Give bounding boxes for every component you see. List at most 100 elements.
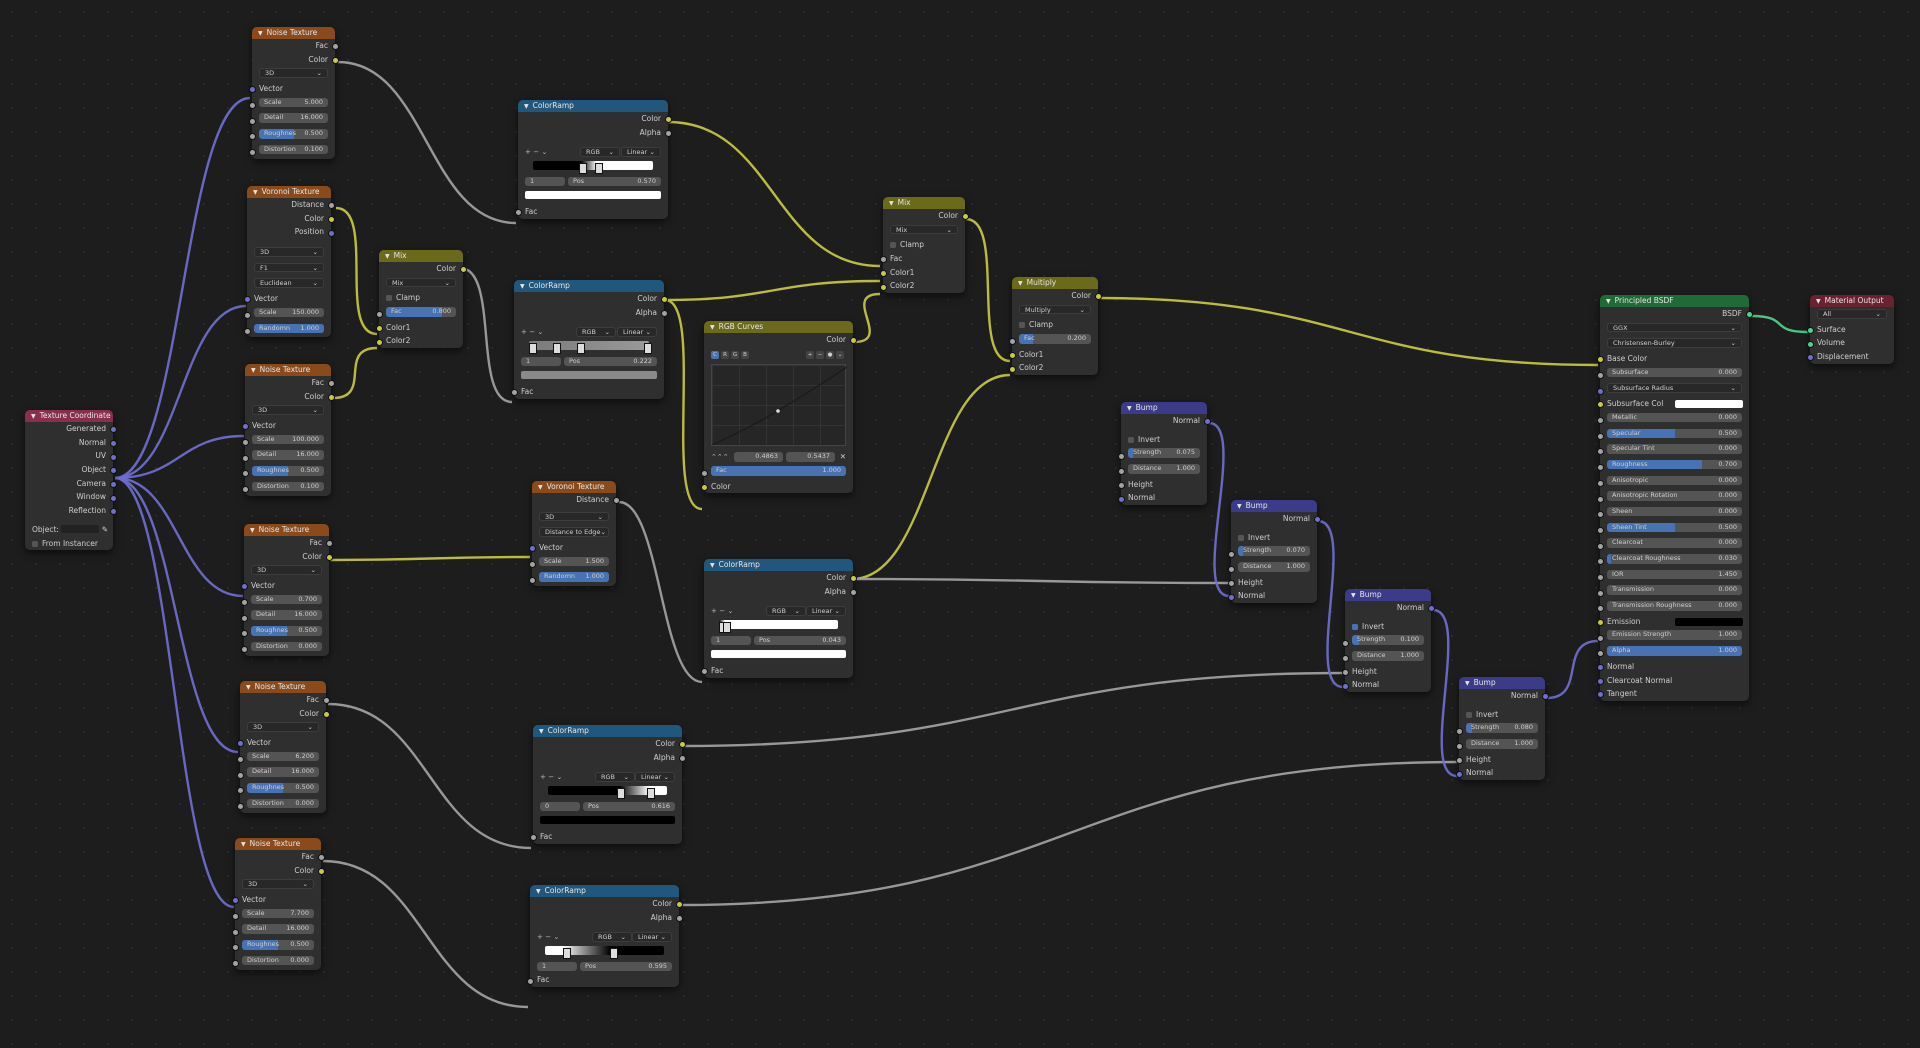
socket-icon[interactable] [248, 117, 256, 125]
socket-icon[interactable] [1596, 479, 1604, 487]
randomness-slider[interactable]: Randomn 1.000 [254, 323, 324, 333]
bsdf-param-slider[interactable]: Anisotropic 0.000 [1607, 475, 1742, 486]
socket-icon[interactable] [327, 229, 335, 237]
stop-color-swatch[interactable] [525, 191, 661, 200]
scale-field[interactable]: Scale 6.200 [247, 751, 319, 762]
dimensions-select[interactable]: 3D ⌄ [251, 565, 322, 575]
node-header[interactable]: ▼ Material Output [1810, 295, 1894, 307]
socket-icon[interactable] [1596, 356, 1604, 364]
curve-point-y-field[interactable]: 0.5437 [786, 452, 835, 462]
zoom-in-icon[interactable]: + [806, 350, 814, 359]
ramp-stop-handle[interactable] [529, 343, 537, 355]
socket-icon[interactable] [1806, 354, 1814, 362]
node-header[interactable]: ▼ Voronoi Texture [247, 186, 331, 198]
color-ramp-gradient[interactable] [548, 786, 667, 800]
collapse-icon[interactable]: ▼ [246, 684, 251, 691]
collapse-icon[interactable]: ▼ [250, 527, 255, 534]
collapse-icon[interactable]: ▼ [258, 30, 263, 37]
socket-icon[interactable] [375, 325, 383, 333]
colorramp-node[interactable]: ▼ ColorRamp Color Alpha + − ⌄ RGB ⌄ Linear ⌄ … [526, 885, 683, 988]
collapse-icon[interactable]: ▼ [889, 200, 894, 207]
socket-icon[interactable] [1596, 432, 1604, 440]
ramp-stop-handle[interactable] [595, 163, 604, 175]
socket-icon[interactable] [660, 309, 668, 317]
socket-icon[interactable] [1117, 452, 1125, 460]
socket-icon[interactable] [1596, 589, 1604, 597]
dimensions-select[interactable]: 3D ⌄ [252, 405, 324, 415]
stop-index-field[interactable]: 1 [525, 176, 565, 187]
node-header[interactable]: ▼ Mix [379, 250, 463, 262]
from-instancer-checkbox[interactable] [32, 540, 38, 547]
socket-icon[interactable] [240, 599, 248, 607]
distortion-field[interactable]: Distortion 0.100 [259, 144, 328, 155]
color-mode-select[interactable]: RGB ⌄ [595, 772, 635, 782]
node-header[interactable]: ▼ Bump [1231, 500, 1317, 512]
collapse-icon[interactable]: ▼ [1018, 280, 1023, 287]
collapse-icon[interactable]: ▼ [1237, 503, 1242, 510]
ramp-stop-handle[interactable] [646, 788, 655, 800]
feature-select[interactable]: Distance to Edge ⌄ [539, 527, 609, 537]
socket-icon[interactable] [879, 283, 887, 291]
bsdf-param-slider[interactable]: Transmission Roughness 0.000 [1607, 601, 1742, 611]
collapse-icon[interactable]: ▼ [1816, 298, 1821, 305]
socket-icon[interactable] [1596, 650, 1604, 658]
bsdf-param-slider[interactable]: Transmission 0.000 [1607, 585, 1742, 595]
stop-color-swatch[interactable] [521, 371, 657, 380]
socket-icon[interactable] [678, 754, 686, 762]
socket-icon[interactable] [1117, 482, 1125, 490]
ramp-add-icon[interactable]: + [525, 148, 531, 156]
ramp-stop-handle[interactable] [610, 948, 619, 960]
clamp-checkbox[interactable] [386, 295, 392, 302]
bsdf-param-slider[interactable]: Metallic 0.000 [1607, 412, 1742, 423]
socket-icon[interactable] [849, 337, 857, 345]
node-header[interactable]: ▼ Noise Texture [235, 838, 321, 850]
socket-icon[interactable] [700, 484, 708, 492]
socket-icon[interactable] [1227, 580, 1235, 588]
socket-icon[interactable] [1313, 516, 1321, 524]
socket-icon[interactable] [109, 426, 117, 434]
node-header[interactable]: ▼ Mix [883, 197, 965, 209]
socket-icon[interactable] [879, 256, 887, 264]
curve-point-x-field[interactable]: 0.4863 [734, 452, 783, 462]
socket-icon[interactable] [241, 423, 249, 431]
stop-position-field[interactable]: Pos 0.570 [568, 176, 661, 187]
blend-mode-select[interactable]: Mix ⌄ [890, 224, 958, 235]
socket-icon[interactable] [700, 470, 708, 478]
socket-icon[interactable] [109, 453, 117, 461]
socket-icon[interactable] [849, 575, 857, 583]
collapse-icon[interactable]: ▼ [1606, 298, 1611, 305]
socket-icon[interactable] [1008, 365, 1016, 373]
collapse-icon[interactable]: ▼ [524, 103, 529, 110]
color-mode-select[interactable]: RGB ⌄ [592, 932, 632, 942]
color-ramp-gradient[interactable] [719, 620, 838, 634]
ramp-menu-icon[interactable]: ⌄ [538, 328, 544, 336]
socket-icon[interactable] [109, 467, 117, 475]
fac-slider[interactable]: Fac 0.200 [1019, 334, 1091, 344]
socket-icon[interactable] [240, 583, 248, 591]
roughness-slider[interactable]: Roughnes 0.500 [252, 466, 324, 476]
socket-icon[interactable] [322, 697, 330, 705]
roughness-slider[interactable]: Roughnes 0.500 [259, 129, 328, 139]
socket-icon[interactable] [528, 576, 536, 584]
socket-icon[interactable] [1008, 352, 1016, 360]
bsdf-param-slider[interactable]: Emission Strength 1.000 [1607, 630, 1742, 640]
detail-field[interactable]: Detail 16.000 [259, 113, 328, 123]
socket-icon[interactable] [236, 771, 244, 779]
colorramp-node[interactable]: ▼ ColorRamp Color Alpha + − ⌄ RGB ⌄ Linear ⌄ … [514, 100, 672, 219]
socket-icon[interactable] [231, 960, 239, 968]
detail-field[interactable]: Detail 16.000 [247, 767, 319, 777]
socket-icon[interactable] [236, 740, 244, 748]
socket-icon[interactable] [1596, 619, 1604, 627]
socket-icon[interactable] [325, 540, 333, 548]
stop-position-field[interactable]: Pos 0.043 [754, 635, 846, 646]
noise-texture-node[interactable]: ▼ Noise Texture Fac Color 3D ⌄ Vector Scal… [231, 838, 325, 970]
socket-icon[interactable] [1117, 468, 1125, 476]
socket-icon[interactable] [1117, 495, 1125, 503]
socket-icon[interactable] [1094, 293, 1102, 301]
socket-icon[interactable] [241, 454, 249, 462]
mix-node[interactable]: ▼ Mix Color Mix ⌄ Clamp Fac 0.800 Color1 Co… [375, 250, 467, 349]
socket-icon[interactable] [1596, 464, 1604, 472]
zoom-out-icon[interactable]: − [816, 350, 824, 359]
socket-icon[interactable] [109, 494, 117, 502]
strength-slider[interactable]: Strength 0.075 [1128, 448, 1200, 458]
